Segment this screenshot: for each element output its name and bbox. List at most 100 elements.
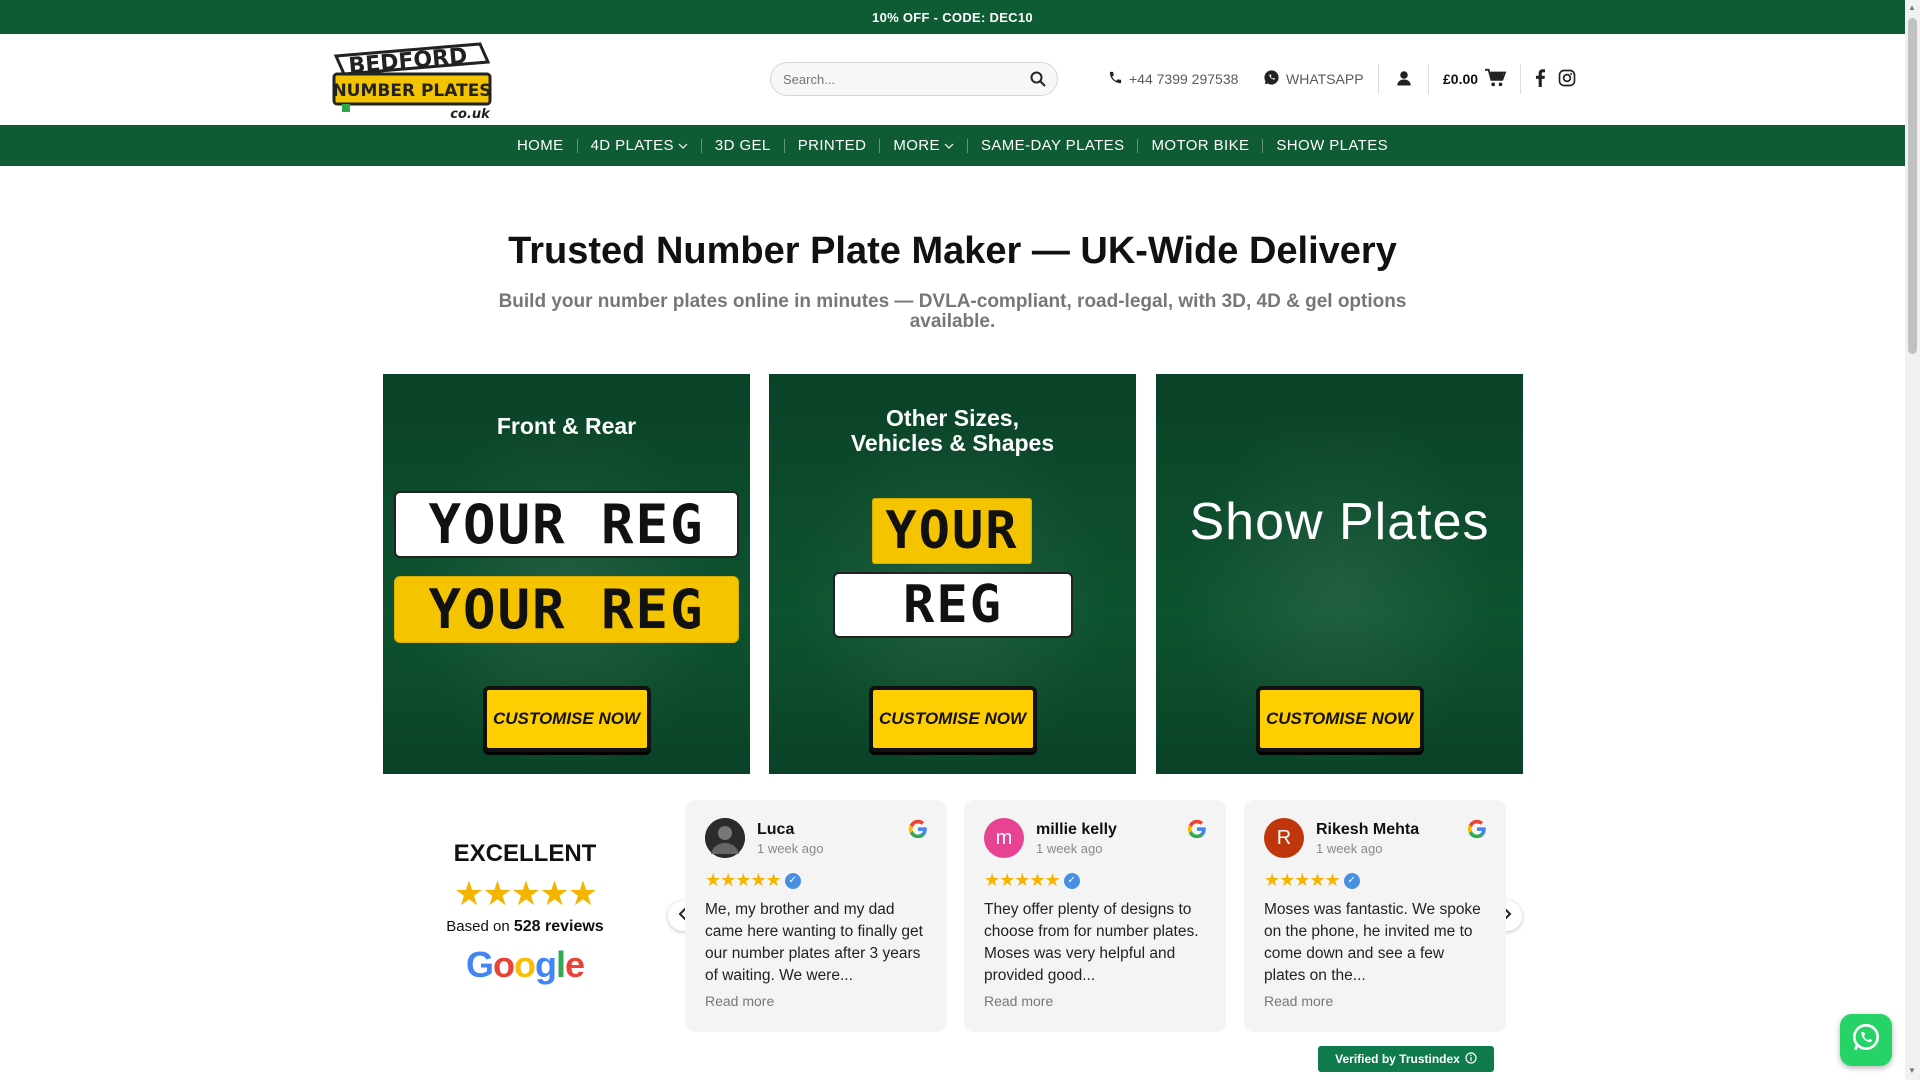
trustindex-verified-badge[interactable]: Verified by Trustindex bbox=[1318, 1046, 1494, 1072]
review-text: Moses was fantastic. We spoke on the pho… bbox=[1264, 901, 1481, 984]
nav-label: MOTOR BIKE bbox=[1151, 137, 1250, 154]
cart-total: £0.00 bbox=[1443, 71, 1479, 87]
search-icon[interactable] bbox=[1029, 70, 1047, 88]
whatsapp-label: WHATSAPP bbox=[1286, 71, 1364, 87]
whatsapp-icon bbox=[1849, 1021, 1883, 1060]
page-title: Trusted Number Plate Maker — UK-Wide Del… bbox=[508, 230, 1397, 272]
review-stars: ★★★★★ ✓ bbox=[984, 870, 1206, 891]
read-more-link[interactable]: Read more bbox=[1264, 993, 1486, 1009]
reviewer-name: Luca bbox=[757, 820, 795, 838]
nav-item-show-plates[interactable]: SHOW PLATES bbox=[1263, 137, 1401, 154]
stars-icon: ★★★★★ bbox=[1264, 870, 1341, 890]
header-divider bbox=[1428, 64, 1429, 94]
info-icon bbox=[1465, 1051, 1477, 1067]
verified-check-icon: ✓ bbox=[1063, 872, 1080, 889]
review-time: 1 week ago bbox=[1036, 840, 1103, 856]
header-divider bbox=[1520, 64, 1521, 94]
google-icon bbox=[907, 818, 929, 845]
user-icon bbox=[1395, 69, 1413, 90]
review-count-value[interactable]: 528 reviews bbox=[514, 918, 604, 935]
reviewer-name: Rikesh Mehta bbox=[1316, 820, 1420, 838]
phone-number: +44 7399 297538 bbox=[1129, 71, 1239, 87]
review-card: Luca 1 week ago ★★★★★ ✓ Me, my brother a… bbox=[685, 800, 947, 1032]
facebook-icon bbox=[1534, 68, 1546, 90]
read-more-link[interactable]: Read more bbox=[705, 993, 927, 1009]
nav-label: MORE bbox=[893, 137, 940, 154]
nav-item-3d-gel[interactable]: 3D GEL bbox=[702, 137, 784, 154]
google-icon bbox=[1186, 818, 1208, 845]
customise-now-button[interactable]: CUSTOMISE NOW bbox=[868, 686, 1037, 752]
whatsapp-link[interactable]: WHATSAPP bbox=[1263, 62, 1364, 96]
cart-link[interactable]: £0.00 bbox=[1443, 62, 1507, 96]
page-scrollbar[interactable]: ▲ ▼ bbox=[1905, 0, 1920, 1080]
customise-now-button[interactable]: CUSTOMISE NOW bbox=[1255, 686, 1424, 752]
whatsapp-icon bbox=[1263, 69, 1280, 89]
read-more-link[interactable]: Read more bbox=[984, 993, 1206, 1009]
nav-label: SHOW PLATES bbox=[1276, 137, 1389, 154]
plate-square-bottom-image: REG bbox=[833, 572, 1073, 638]
scroll-thumb[interactable] bbox=[1908, 18, 1917, 354]
review-time: 1 week ago bbox=[1316, 840, 1383, 856]
verified-check-icon: ✓ bbox=[784, 872, 801, 889]
review-card: m millie kelly 1 week ago ★★★★★ ✓ They o… bbox=[964, 800, 1226, 1032]
verified-label: Verified by Trustindex bbox=[1335, 1052, 1460, 1066]
google-logo: Google bbox=[465, 944, 585, 985]
logo-text-domain: co.uk bbox=[450, 107, 491, 122]
review-stars: ★★★★★ ✓ bbox=[1264, 870, 1486, 891]
phone-link[interactable]: +44 7399 297538 bbox=[1108, 62, 1238, 96]
instagram-link[interactable] bbox=[1558, 62, 1576, 96]
reviews-summary: EXCELLENT ★★★★★ Based on 528 reviews Goo… bbox=[420, 840, 630, 986]
page-subtitle: Build your number plates online in minut… bbox=[498, 291, 1407, 332]
nav-item-motor-bike[interactable]: MOTOR BIKE bbox=[1138, 137, 1262, 154]
avatar: R bbox=[1264, 818, 1304, 858]
chevron-down-icon bbox=[944, 137, 954, 154]
card-front-rear[interactable]: Front & Rear YOUR REG YOUR REG CUSTOMISE… bbox=[383, 374, 750, 774]
reviewer-name: millie kelly bbox=[1036, 820, 1117, 838]
site-header: BEDFORD NUMBER PLATES co.uk +44 7399 297… bbox=[0, 34, 1905, 125]
avatar: m bbox=[984, 818, 1024, 858]
review-text: They offer plenty of designs to choose f… bbox=[984, 901, 1199, 984]
review-stars: ★★★★★ ✓ bbox=[705, 870, 927, 891]
card-other-sizes[interactable]: Other Sizes, Vehicles & Shapes YOUR REG … bbox=[769, 374, 1136, 774]
stars-icon: ★★★★★ bbox=[705, 870, 782, 890]
instagram-icon bbox=[1558, 69, 1576, 90]
facebook-link[interactable] bbox=[1534, 62, 1546, 96]
card-title: Show Plates bbox=[1189, 493, 1490, 551]
scroll-up-icon[interactable]: ▲ bbox=[1908, 3, 1916, 12]
avatar bbox=[705, 818, 745, 858]
nav-item-printed[interactable]: PRINTED bbox=[785, 137, 880, 154]
nav-item-4d-plates[interactable]: 4D PLATES bbox=[578, 137, 701, 154]
chevron-down-icon bbox=[678, 137, 688, 154]
phone-icon bbox=[1108, 70, 1123, 88]
rating-stars-icon: ★★★★★ bbox=[453, 875, 598, 913]
header-divider bbox=[1378, 64, 1379, 94]
nav-label: 3D GEL bbox=[714, 137, 771, 154]
nav-item-home[interactable]: HOME bbox=[504, 137, 577, 154]
main-nav: HOME 4D PLATES 3D GEL PRINTED MORE SAME-… bbox=[0, 125, 1905, 166]
cart-icon bbox=[1484, 68, 1507, 91]
customise-now-button[interactable]: CUSTOMISE NOW bbox=[482, 686, 651, 752]
review-text: Me, my brother and my dad came here want… bbox=[705, 901, 923, 984]
account-link[interactable] bbox=[1395, 62, 1413, 96]
nav-label: HOME bbox=[516, 137, 564, 154]
nav-label: SAME-DAY PLATES bbox=[980, 137, 1125, 154]
review-time: 1 week ago bbox=[757, 840, 824, 856]
promo-bar: 10% OFF - CODE: DEC10 bbox=[0, 0, 1905, 34]
nav-item-same-day-plates[interactable]: SAME-DAY PLATES bbox=[968, 137, 1138, 154]
card-title-line2: Vehicles & Shapes bbox=[850, 430, 1055, 456]
review-card: R Rikesh Mehta 1 week ago ★★★★★ ✓ Moses … bbox=[1244, 800, 1506, 1032]
whatsapp-chat-button[interactable] bbox=[1840, 1014, 1892, 1066]
search-input[interactable] bbox=[781, 70, 1029, 88]
plate-rear-image: YOUR REG bbox=[394, 576, 739, 643]
google-icon bbox=[1466, 818, 1488, 845]
card-show-plates[interactable]: Show Plates CUSTOMISE NOW bbox=[1156, 374, 1523, 774]
nav-label: 4D PLATES bbox=[590, 137, 674, 154]
plate-square-top-image: YOUR bbox=[872, 498, 1032, 564]
scroll-down-icon[interactable]: ▼ bbox=[1908, 1066, 1916, 1075]
rating-word: EXCELLENT bbox=[453, 840, 597, 867]
nav-item-more[interactable]: MORE bbox=[880, 137, 967, 154]
site-logo[interactable]: BEDFORD NUMBER PLATES co.uk bbox=[330, 40, 495, 122]
nav-label: PRINTED bbox=[797, 137, 867, 154]
promo-text: 10% OFF - CODE: DEC10 bbox=[872, 9, 1033, 25]
plate-front-image: YOUR REG bbox=[394, 491, 739, 558]
